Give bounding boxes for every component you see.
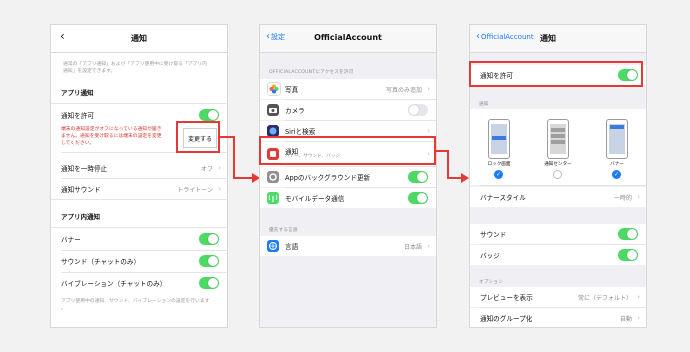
change-button[interactable]: 変更する: [183, 128, 217, 148]
sound-row[interactable]: サウンド: [470, 224, 646, 244]
photos-icon: [267, 82, 281, 96]
chevron-right-icon: ›: [427, 85, 430, 93]
language-row[interactable]: 言語 日本語 ›: [260, 236, 436, 256]
badge-toggle[interactable]: [618, 249, 638, 261]
unchecked-circle-icon[interactable]: [553, 170, 562, 179]
checkmark-icon[interactable]: ✓: [494, 170, 503, 179]
chat-sound-toggle[interactable]: [199, 255, 219, 267]
gear-icon: [267, 171, 279, 183]
chevron-right-icon: ›: [427, 242, 430, 250]
photos-row[interactable]: 写真 写真のみ追加 ›: [260, 79, 436, 99]
nav-bar: ‹ 通知: [51, 25, 227, 53]
camera-row[interactable]: カメラ: [260, 100, 436, 120]
antenna-icon: [267, 192, 279, 204]
app-notification-header: アプリ通知: [61, 89, 94, 97]
arrow-head-icon: [461, 173, 469, 183]
checkmark-icon[interactable]: ✓: [612, 170, 621, 179]
intro-text: 通常の「アプリ通知」および「アプリ使用中に受け取る「アプリ内 通知」を設定できま…: [63, 62, 207, 74]
globe-icon: [267, 240, 279, 252]
chevron-right-icon: ›: [427, 127, 430, 135]
page-title: 通知: [131, 34, 147, 43]
nav-bar: ‹OfficialAccount 通知: [470, 25, 646, 53]
pause-notifications-row[interactable]: 通知を一時停止 オフ ›: [51, 158, 227, 178]
banner-style-row[interactable]: バナースタイル 一時的 ›: [470, 187, 646, 207]
inapp-notification-header: アプリ内通知: [61, 213, 100, 221]
banner-toggle[interactable]: [199, 233, 219, 245]
chevron-right-icon: ›: [637, 293, 640, 301]
chevron-right-icon: ›: [218, 185, 221, 193]
alert-styles-panel: ロック画面 ✓ 通知センター バナー ✓: [470, 109, 646, 185]
grouping-row[interactable]: 通知のグループ化 自動 ›: [470, 308, 646, 327]
chevron-right-icon: ›: [637, 193, 640, 201]
app-settings-screen: ‹設定 OfficialAccount OFFICIALACCOUNTにアクセス…: [259, 24, 437, 328]
vibration-row[interactable]: バイブレーション（チャットのみ）: [51, 273, 227, 293]
nav-bar: ‹設定 OfficialAccount: [260, 25, 436, 53]
notification-center-preview[interactable]: [547, 119, 569, 159]
notification-row-highlight: [259, 136, 436, 165]
camera-icon: [267, 104, 279, 116]
vibration-toggle[interactable]: [199, 277, 219, 289]
mobile-data-row[interactable]: モバイルデータ通信: [260, 188, 436, 208]
back-button[interactable]: ‹OfficialAccount: [476, 31, 534, 42]
chevron-right-icon: ›: [637, 314, 640, 322]
camera-toggle[interactable]: [408, 104, 428, 116]
allow-notifications-highlight: [469, 61, 643, 87]
chat-sound-row[interactable]: サウンド（チャットのみ）: [51, 251, 227, 271]
page-title: 通知: [540, 34, 556, 43]
notification-settings-screen: ‹ 通知 通常の「アプリ通知」および「アプリ使用中に受け取る「アプリ内 通知」を…: [50, 24, 228, 328]
banner-preview[interactable]: [606, 119, 628, 159]
arrow-connector: [220, 136, 234, 138]
page-title: OfficialAccount: [314, 33, 382, 42]
alerts-section-header: 通知: [479, 102, 489, 107]
notification-sound-row[interactable]: 通知サウンド トライトーン ›: [51, 179, 227, 199]
background-refresh-row[interactable]: Appのバックグラウンド更新: [260, 167, 436, 187]
background-refresh-toggle[interactable]: [408, 171, 428, 183]
mobile-data-toggle[interactable]: [408, 192, 428, 204]
language-section-header: 優先する言語: [269, 228, 298, 233]
allow-notifications-toggle[interactable]: [199, 109, 219, 121]
badge-row[interactable]: バッジ: [470, 245, 646, 265]
lock-screen-preview[interactable]: [488, 119, 510, 159]
sound-toggle[interactable]: [618, 228, 638, 240]
preview-row[interactable]: プレビューを表示 常に（デフォルト） ›: [470, 287, 646, 307]
chevron-right-icon: ›: [218, 164, 221, 172]
options-section-header: オプション: [479, 280, 503, 285]
access-section-header: OFFICIALACCOUNTにアクセスを許可: [269, 70, 354, 75]
footer-text: アプリ使用中の通知、サウンド、バイブレーションの設定を行います 。: [61, 299, 210, 311]
warning-text: 端末の通知設定がオフになっている通知が届き ません。通知を受け取るには端末の設定…: [61, 127, 162, 146]
banner-row[interactable]: バナー: [51, 229, 227, 249]
